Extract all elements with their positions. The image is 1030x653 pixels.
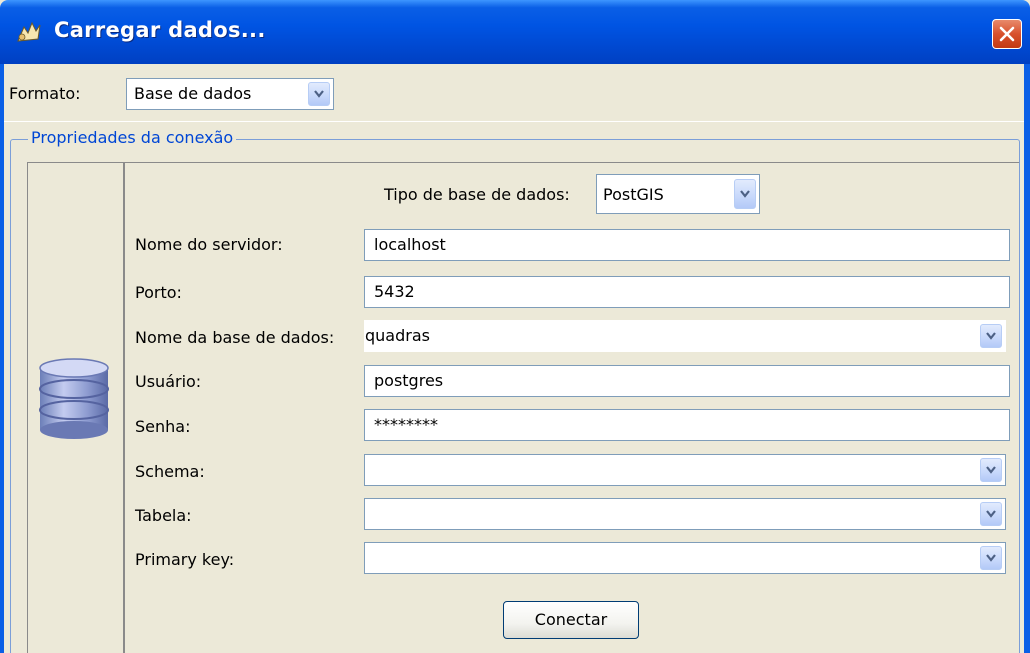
db-type-value: PostGIS	[603, 185, 664, 204]
connect-button[interactable]: Conectar	[503, 601, 639, 639]
server-label: Nome do servidor:	[135, 235, 283, 254]
database-dropdown-button[interactable]	[980, 324, 1002, 348]
chevron-down-icon	[986, 466, 996, 474]
format-select[interactable]: Base de dados	[126, 78, 334, 110]
window-frame-left	[0, 64, 4, 653]
table-dropdown-button[interactable]	[980, 502, 1002, 526]
app-icon	[17, 21, 41, 42]
format-select-value: Base de dados	[134, 84, 252, 103]
chevron-down-icon	[314, 90, 324, 98]
user-value: postgres	[374, 371, 444, 390]
chevron-down-icon	[740, 190, 750, 198]
port-value: 5432	[374, 282, 415, 301]
chevron-down-icon	[986, 332, 996, 340]
primary-key-label: Primary key:	[135, 550, 235, 569]
load-data-dialog: Carregar dados... Formato: Base de dados…	[0, 0, 1030, 653]
separator	[4, 121, 1024, 122]
server-input[interactable]: localhost	[364, 229, 1010, 261]
format-label: Formato:	[9, 84, 81, 103]
port-input[interactable]: 5432	[364, 276, 1010, 308]
database-select[interactable]: quadras	[364, 320, 1006, 352]
chevron-down-icon	[986, 554, 996, 562]
db-type-dropdown-button[interactable]	[734, 179, 756, 209]
group-title: Propriedades da conexão	[28, 128, 237, 147]
primary-key-select[interactable]	[364, 542, 1006, 574]
close-icon	[999, 26, 1015, 42]
chevron-down-icon	[986, 510, 996, 518]
table-label: Tabela:	[135, 506, 192, 525]
database-label: Nome da base de dados:	[135, 328, 335, 347]
db-type-select[interactable]: PostGIS	[596, 174, 760, 214]
close-button[interactable]	[992, 19, 1022, 49]
password-value: ********	[374, 415, 438, 434]
window-title: Carregar dados...	[54, 18, 266, 42]
database-value: quadras	[365, 326, 430, 345]
schema-label: Schema:	[135, 462, 205, 481]
primary-key-dropdown-button[interactable]	[980, 546, 1002, 570]
format-dropdown-button[interactable]	[308, 82, 330, 106]
window-frame-right	[1024, 64, 1030, 653]
port-label: Porto:	[135, 283, 182, 302]
user-label: Usuário:	[135, 372, 202, 391]
schema-dropdown-button[interactable]	[980, 458, 1002, 482]
title-bar[interactable]: Carregar dados...	[0, 0, 1030, 64]
db-type-label: Tipo de base de dados:	[384, 185, 570, 204]
user-input[interactable]: postgres	[364, 365, 1010, 397]
schema-select[interactable]	[364, 454, 1006, 486]
table-select[interactable]	[364, 498, 1006, 530]
password-label: Senha:	[135, 417, 191, 436]
password-input[interactable]: ********	[364, 409, 1010, 441]
server-value: localhost	[374, 235, 446, 254]
database-icon	[39, 358, 109, 439]
